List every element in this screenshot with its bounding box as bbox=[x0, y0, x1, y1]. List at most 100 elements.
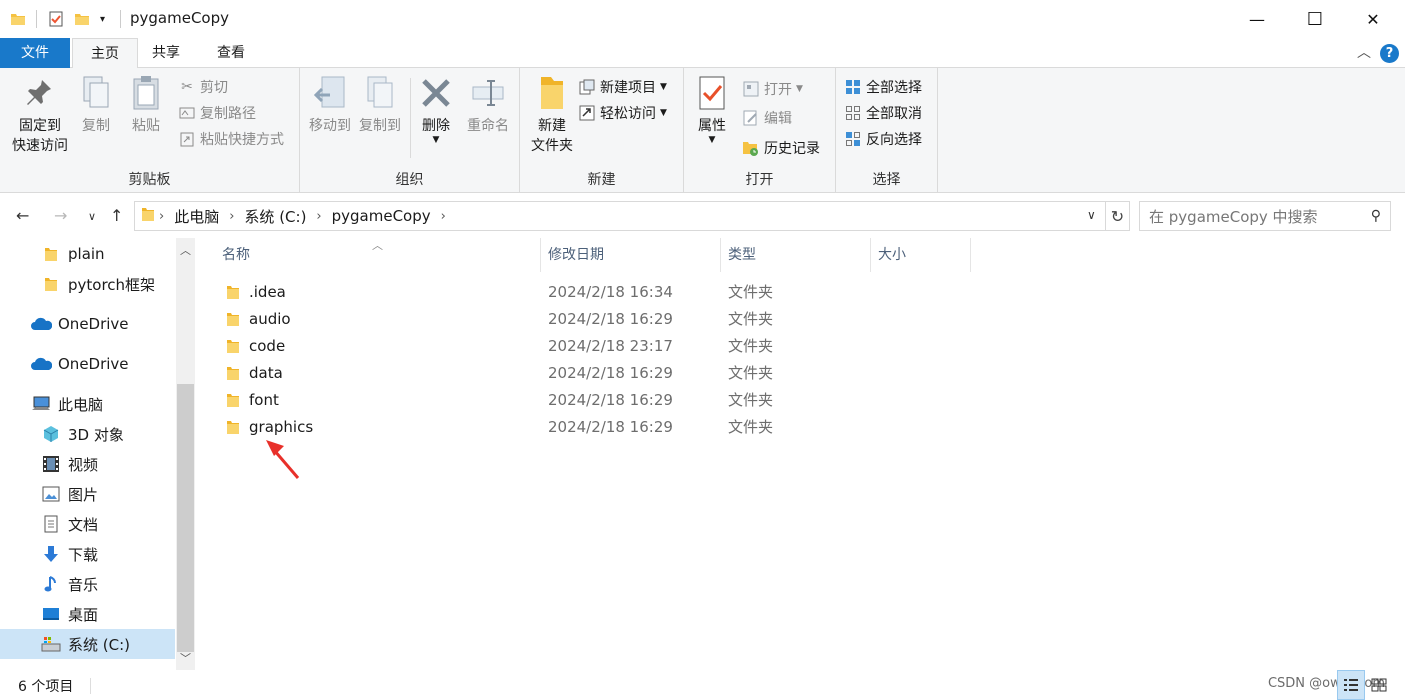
history-button[interactable]: 历史记录 bbox=[742, 137, 820, 159]
breadcrumb-separator-icon[interactable]: › bbox=[316, 209, 321, 224]
invert-selection-button[interactable]: 反向选择 bbox=[844, 128, 922, 150]
address-bar[interactable]: › 此电脑 › 系统 (C:) › pygameCopy › bbox=[134, 201, 1106, 231]
file-row[interactable]: graphics 2024/2/18 16:29 文件夹 bbox=[200, 414, 980, 441]
copy-path-button[interactable]: 复制路径 bbox=[178, 102, 256, 124]
breadcrumb-system-c[interactable]: 系统 (C:) bbox=[244, 206, 306, 227]
column-header-date[interactable]: 修改日期 bbox=[540, 238, 720, 272]
sidebar-item-3d-objects[interactable]: 3D 对象 bbox=[0, 419, 175, 449]
divider bbox=[120, 10, 121, 28]
collapse-ribbon-icon[interactable]: ︿ bbox=[1357, 42, 1371, 62]
paste-shortcut-button[interactable]: 粘贴快捷方式 bbox=[178, 128, 284, 150]
sidebar-item-videos[interactable]: 视频 bbox=[0, 449, 175, 479]
tab-file[interactable]: 文件 bbox=[0, 38, 70, 68]
new-item-button[interactable]: 新建项目 ▼ bbox=[578, 76, 667, 98]
column-header-size[interactable]: 大小 bbox=[870, 238, 970, 272]
file-row[interactable]: data 2024/2/18 16:29 文件夹 bbox=[200, 360, 980, 387]
file-row[interactable]: font 2024/2/18 16:29 文件夹 bbox=[200, 387, 980, 414]
tab-home[interactable]: 主页 bbox=[72, 38, 138, 69]
properties-button[interactable]: 属性 ▼ bbox=[692, 74, 732, 145]
open-button[interactable]: 打开 ▼ bbox=[742, 78, 803, 100]
pin-label-line2: 快速访问 bbox=[12, 138, 68, 154]
column-header-type[interactable]: 类型 bbox=[720, 238, 870, 272]
file-row[interactable]: .idea 2024/2/18 16:34 文件夹 bbox=[200, 279, 980, 306]
sidebar-scrollbar[interactable]: ︿ ﹀ bbox=[176, 238, 195, 670]
chevron-down-icon: ▼ bbox=[708, 135, 716, 145]
copy-to-button[interactable]: 复制到 bbox=[356, 74, 404, 136]
file-date: 2024/2/18 16:29 bbox=[548, 418, 673, 436]
sidebar-item-plain[interactable]: plain bbox=[0, 239, 175, 269]
breadcrumb-separator-icon[interactable]: › bbox=[229, 209, 234, 224]
file-name: .idea bbox=[249, 283, 286, 301]
select-none-button[interactable]: 全部取消 bbox=[844, 102, 922, 124]
computer-icon bbox=[30, 394, 52, 414]
breadcrumb-separator-icon[interactable]: › bbox=[441, 209, 446, 224]
file-type: 文件夹 bbox=[728, 418, 774, 436]
copy-button[interactable]: 复制 bbox=[76, 74, 116, 136]
tab-view[interactable]: 查看 bbox=[199, 38, 263, 68]
scroll-up-arrow-icon[interactable]: ︿ bbox=[176, 242, 195, 258]
column-divider[interactable] bbox=[970, 238, 971, 272]
details-view-icon[interactable] bbox=[1337, 670, 1365, 700]
scroll-down-arrow-icon[interactable]: ﹀ bbox=[176, 650, 195, 666]
refresh-icon[interactable]: ↻ bbox=[1106, 201, 1130, 231]
move-to-label: 移动到 bbox=[309, 118, 351, 134]
paste-icon bbox=[129, 74, 163, 112]
scrollbar-thumb[interactable] bbox=[177, 384, 194, 652]
breadcrumb-this-pc[interactable]: 此电脑 bbox=[174, 206, 219, 227]
rename-button[interactable]: 重命名 bbox=[462, 74, 514, 136]
pin-quick-access-button[interactable]: 固定到 快速访问 bbox=[6, 74, 74, 156]
column-header-name[interactable]: 名称 bbox=[214, 238, 540, 272]
new-folder-button[interactable]: 新建 文件夹 bbox=[524, 74, 580, 156]
maximize-button[interactable]: ☐ bbox=[1286, 0, 1344, 38]
minimize-button[interactable]: — bbox=[1228, 0, 1286, 38]
sidebar-item-label: plain bbox=[68, 245, 105, 263]
address-history-chevron-icon[interactable]: ∨ bbox=[1087, 208, 1096, 222]
select-all-button[interactable]: 全部选择 bbox=[844, 76, 922, 98]
chevron-down-icon: ▼ bbox=[796, 84, 803, 94]
sidebar-item-onedrive-2[interactable]: OneDrive bbox=[0, 349, 175, 379]
sidebar-item-pictures[interactable]: 图片 bbox=[0, 479, 175, 509]
easy-access-button[interactable]: 轻松访问 ▼ bbox=[578, 102, 667, 124]
sidebar-item-downloads[interactable]: 下载 bbox=[0, 539, 175, 569]
customize-dropdown-icon[interactable]: ▾ bbox=[100, 9, 105, 29]
delete-button[interactable]: 删除 ▼ bbox=[416, 74, 456, 145]
file-name: audio bbox=[249, 310, 291, 328]
sidebar-item-music[interactable]: 音乐 bbox=[0, 569, 175, 599]
search-box[interactable]: 在 pygameCopy 中搜索 ⚲ bbox=[1139, 201, 1391, 231]
file-row[interactable]: code 2024/2/18 23:17 文件夹 bbox=[200, 333, 980, 360]
breadcrumb-separator-icon[interactable]: › bbox=[159, 209, 164, 224]
back-arrow-icon[interactable]: ← bbox=[16, 206, 29, 225]
paste-button[interactable]: 粘贴 bbox=[126, 74, 166, 136]
forward-arrow-icon[interactable]: → bbox=[54, 206, 67, 225]
sidebar-item-system-c[interactable]: 系统 (C:) bbox=[0, 629, 175, 659]
close-button[interactable]: ✕ bbox=[1344, 0, 1402, 38]
sidebar-item-onedrive-1[interactable]: OneDrive bbox=[0, 309, 175, 339]
invert-selection-label: 反向选择 bbox=[866, 132, 922, 148]
sidebar-item-this-pc[interactable]: 此电脑 bbox=[0, 389, 175, 419]
file-row[interactable]: audio 2024/2/18 16:29 文件夹 bbox=[200, 306, 980, 333]
status-bar: 6 个项目 CSDN @owqqcom bbox=[0, 670, 1405, 700]
sidebar-item-documents[interactable]: 文档 bbox=[0, 509, 175, 539]
select-group: 全部选择 全部取消 反向选择 选择 bbox=[836, 68, 938, 193]
cut-button[interactable]: ✂ 剪切 bbox=[178, 76, 228, 98]
breadcrumb-pygamecopy[interactable]: pygameCopy bbox=[332, 207, 431, 225]
paste-shortcut-icon bbox=[178, 130, 196, 148]
new-folder-quick-icon[interactable] bbox=[74, 9, 90, 29]
up-arrow-icon[interactable]: ↑ bbox=[110, 206, 123, 225]
open-label: 打开 bbox=[764, 82, 792, 98]
help-icon[interactable]: ? bbox=[1380, 44, 1399, 63]
sidebar-item-desktop[interactable]: 桌面 bbox=[0, 599, 175, 629]
large-icons-view-icon[interactable] bbox=[1365, 670, 1393, 700]
properties-quick-icon[interactable] bbox=[48, 9, 64, 29]
tab-share[interactable]: 共享 bbox=[134, 38, 198, 68]
sidebar-item-label: OneDrive bbox=[58, 315, 129, 333]
edit-button[interactable]: 编辑 bbox=[742, 107, 792, 129]
move-to-button[interactable]: 移动到 bbox=[306, 74, 354, 136]
sidebar-item-pytorch[interactable]: pytorch框架 bbox=[0, 269, 175, 299]
recent-locations-chevron-icon[interactable]: ∨ bbox=[88, 210, 96, 223]
sidebar-item-label: OneDrive bbox=[58, 355, 129, 373]
file-name: code bbox=[249, 337, 286, 355]
video-icon bbox=[40, 454, 62, 474]
copy-icon bbox=[79, 74, 113, 112]
paste-label: 粘贴 bbox=[132, 118, 160, 134]
